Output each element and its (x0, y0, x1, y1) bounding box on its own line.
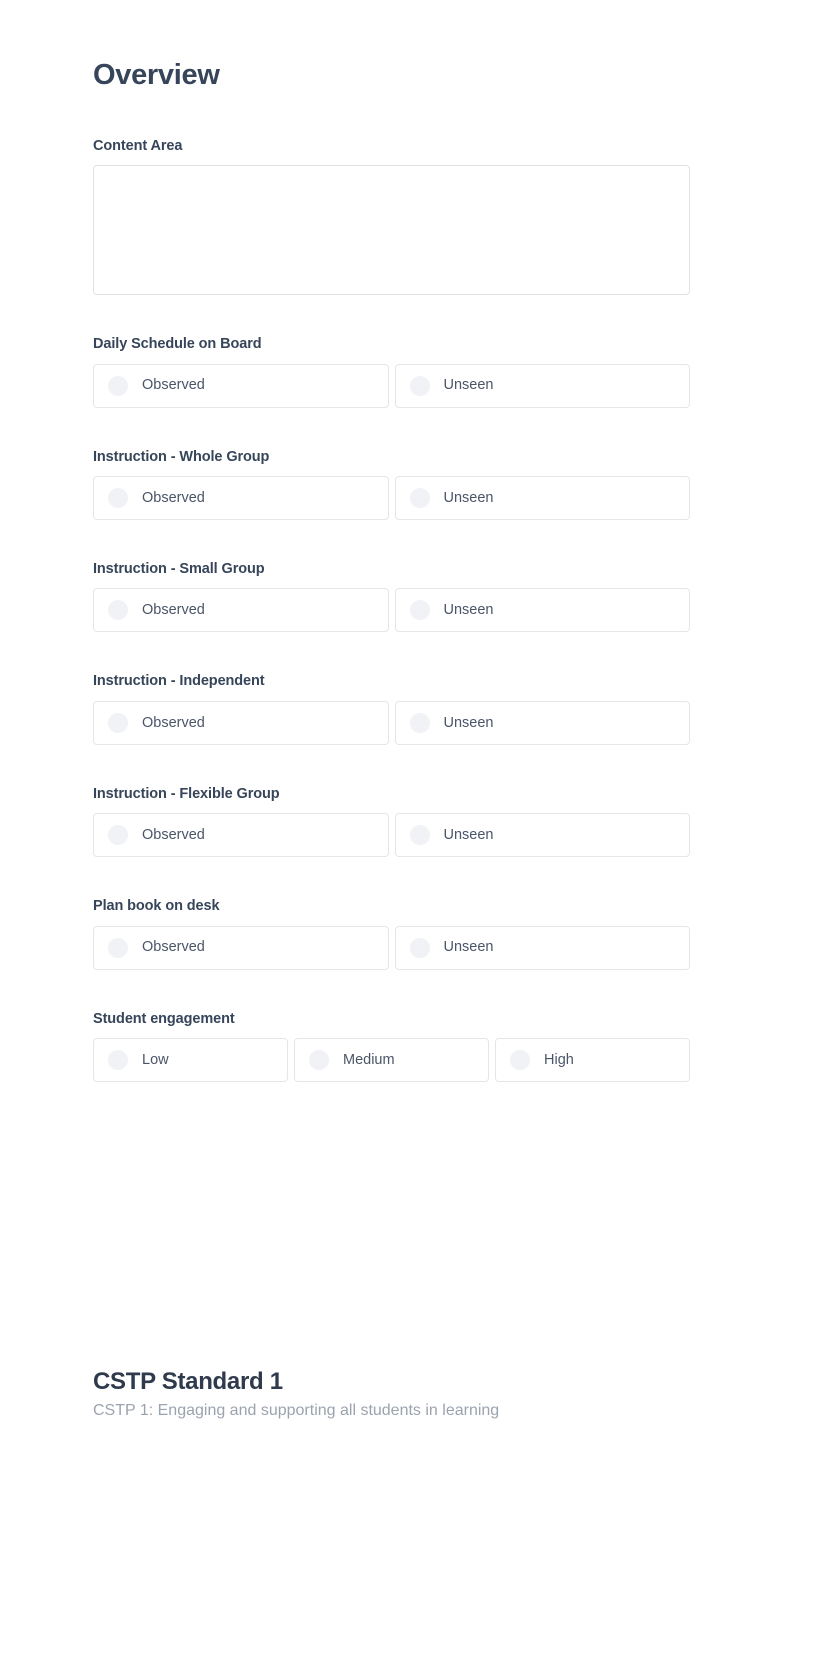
overview-form-page: Overview Content Area Daily Schedule on … (0, 0, 840, 1680)
option-low[interactable]: Low (93, 1037, 288, 1082)
option-label: Unseen (443, 827, 494, 843)
option-label: Observed (142, 827, 205, 843)
radio-circle-icon[interactable] (409, 600, 430, 621)
option-label: Unseen (443, 490, 494, 506)
field-group: Instruction - Whole Group Observed Unseen (93, 448, 690, 520)
option-observed[interactable]: Observed (93, 475, 389, 520)
option-label: Medium (343, 1052, 395, 1068)
radio-circle-icon[interactable] (409, 712, 430, 733)
options-row: Observed Unseen (93, 813, 690, 858)
radio-circle-icon[interactable] (108, 712, 128, 733)
radio-circle-icon[interactable] (409, 825, 430, 846)
option-unseen[interactable]: Unseen (394, 363, 690, 408)
option-high[interactable]: High (495, 1037, 690, 1082)
radio-circle-icon[interactable] (108, 825, 128, 846)
option-label: Observed (142, 603, 205, 618)
field-label: Plan book on desk (93, 898, 220, 915)
option-observed[interactable]: Observed (93, 925, 389, 970)
option-unseen[interactable]: Unseen (394, 700, 690, 745)
option-observed[interactable]: Observed (93, 588, 389, 633)
field-group: Instruction - Independent Observed Unseen (93, 673, 690, 745)
radio-circle-icon[interactable] (409, 487, 430, 508)
content-column: Overview Content Area Daily Schedule on … (93, 0, 690, 1422)
radio-circle-icon[interactable] (409, 375, 430, 396)
field-label: Instruction - Independent (93, 673, 265, 690)
content-area-field-group: Content Area (93, 137, 690, 296)
page-title: Overview (93, 59, 220, 91)
radio-circle-icon[interactable] (510, 1049, 530, 1070)
option-label: Low (142, 1052, 169, 1068)
options-row: Observed Unseen (93, 475, 690, 520)
option-label: Unseen (443, 378, 494, 393)
radio-circle-icon[interactable] (309, 1049, 329, 1070)
option-unseen[interactable]: Unseen (394, 925, 690, 970)
field-group: Instruction - Flexible Group Observed Unse… (93, 785, 690, 858)
options-row: Low Medium High (93, 1037, 690, 1082)
option-observed[interactable]: Observed (93, 363, 389, 408)
option-label: Observed (142, 715, 205, 730)
option-unseen[interactable]: Unseen (394, 588, 690, 633)
radio-circle-icon[interactable] (108, 600, 128, 621)
field-label: Daily Schedule on Board (93, 336, 262, 353)
option-label: Unseen (443, 603, 494, 618)
radio-circle-icon[interactable] (108, 937, 128, 958)
options-row: Observed Unseen (93, 588, 690, 633)
field-group: Plan book on desk Observed Unseen (93, 898, 690, 970)
cstp-section-title: CSTP Standard 1 (93, 1367, 283, 1395)
cstp-standard-section: CSTP Standard 1 CSTP 1: Engaging and sup… (93, 1367, 688, 1422)
option-label: Observed (142, 490, 205, 506)
field-label: Instruction - Small Group (93, 560, 265, 577)
option-observed[interactable]: Observed (93, 700, 389, 745)
option-unseen[interactable]: Unseen (394, 475, 690, 520)
observation-field-list: Daily Schedule on Board Observed Unseen Ins… (93, 336, 690, 1082)
option-observed[interactable]: Observed (93, 813, 389, 858)
field-label: Student engagement (93, 1010, 235, 1027)
option-label: Unseen (443, 940, 494, 955)
option-label: Observed (142, 378, 205, 393)
radio-circle-icon[interactable] (409, 937, 430, 958)
field-group: Instruction - Small Group Observed Unseen (93, 560, 690, 633)
options-row: Observed Unseen (93, 925, 690, 970)
option-label: High (544, 1052, 574, 1068)
content-area-label: Content Area (93, 137, 183, 154)
field-label: Instruction - Whole Group (93, 448, 270, 465)
options-row: Observed Unseen (93, 363, 690, 408)
option-label: Observed (142, 940, 205, 955)
radio-circle-icon[interactable] (108, 1049, 128, 1070)
field-group: Student engagement Low Medium High (93, 1010, 690, 1082)
cstp-section-subtitle: CSTP 1: Engaging and supporting all stud… (93, 1401, 500, 1419)
radio-circle-icon[interactable] (108, 375, 128, 396)
option-medium[interactable]: Medium (294, 1037, 489, 1082)
field-label: Instruction - Flexible Group (93, 785, 280, 802)
radio-circle-icon[interactable] (108, 487, 128, 508)
content-area-input[interactable] (93, 165, 690, 296)
field-group: Daily Schedule on Board Observed Unseen (93, 336, 690, 408)
option-label: Unseen (443, 715, 494, 730)
option-unseen[interactable]: Unseen (394, 813, 690, 858)
options-row: Observed Unseen (93, 700, 690, 745)
